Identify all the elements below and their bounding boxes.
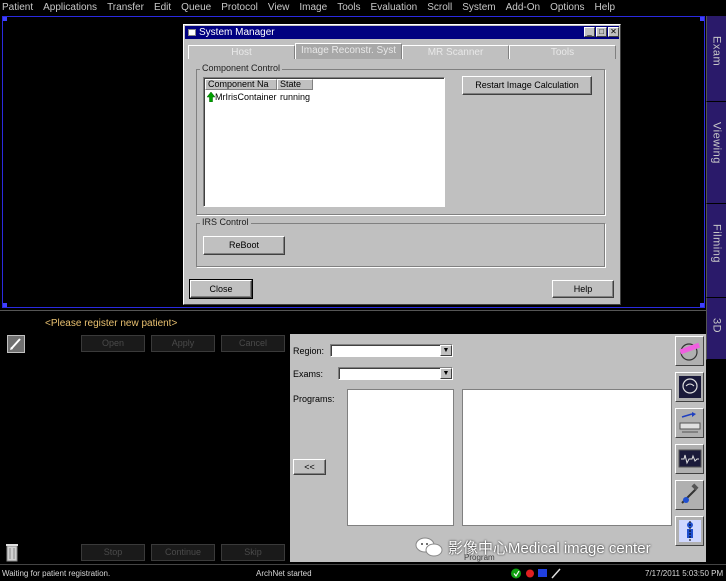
column-header-component-name[interactable]: Component Na	[205, 79, 277, 90]
restart-image-calculation-button[interactable]: Restart Image Calculation	[462, 76, 592, 95]
cancel-button[interactable]: Cancel	[221, 335, 285, 352]
help-button[interactable]: Help	[552, 280, 614, 298]
status-center-message: ArchNet started	[256, 569, 312, 578]
open-button[interactable]: Open	[81, 335, 145, 352]
menu-add-on[interactable]: Add-On	[506, 2, 540, 13]
tab-host[interactable]: Host	[188, 45, 295, 59]
menu-bar: Patient Applications Transfer Edit Queue…	[0, 0, 726, 15]
tab-exam-label: Exam	[710, 36, 723, 67]
menu-scroll[interactable]: Scroll	[427, 2, 452, 13]
patient-registration-notice: <Please register new patient>	[45, 318, 178, 329]
menu-evaluation[interactable]: Evaluation	[371, 2, 418, 13]
tab-viewing-label: Viewing	[710, 122, 723, 164]
menu-transfer[interactable]: Transfer	[107, 2, 144, 13]
close-window-button[interactable]: ✕	[608, 27, 619, 37]
patient-position-tool[interactable]	[675, 516, 704, 546]
patient-position-icon	[679, 520, 701, 542]
programs-label: Programs:	[293, 394, 335, 404]
tab-3d-label: 3D	[710, 318, 723, 334]
column-header-state[interactable]: State	[277, 79, 313, 90]
injector-tool[interactable]	[675, 480, 704, 510]
region-label: Region:	[293, 346, 325, 356]
region-select[interactable]: ▼	[330, 344, 453, 357]
programs-list[interactable]	[347, 389, 454, 526]
program-selection-panel: Region: ▼ Exams: ▼ Programs: << Program	[290, 334, 674, 562]
viewport-corner-marker	[3, 303, 7, 307]
menu-image[interactable]: Image	[299, 2, 327, 13]
viewport-corner-marker	[700, 17, 704, 21]
viewport-corner-marker	[3, 17, 7, 21]
tab-mr-scanner[interactable]: MR Scanner	[402, 45, 509, 59]
menu-protocol[interactable]: Protocol	[221, 2, 258, 13]
reboot-button[interactable]: ReBoot	[203, 236, 285, 255]
tab-image-reconstr-syst[interactable]: Image Reconstr. Syst	[295, 43, 402, 59]
menu-help[interactable]: Help	[595, 2, 616, 13]
table-move-icon	[679, 412, 701, 433]
tool-icon-column	[673, 334, 706, 562]
menu-applications[interactable]: Applications	[43, 2, 97, 13]
running-arrow-icon	[207, 92, 215, 102]
tab-3d[interactable]: 3D	[706, 298, 726, 360]
component-list[interactable]: Component Na State MrIrisContainer runni…	[203, 77, 445, 207]
window-title-bar[interactable]: System Manager	[185, 26, 619, 39]
tab-tools[interactable]: Tools	[509, 45, 616, 59]
irs-control-legend: IRS Control	[200, 217, 251, 227]
monitor-wave-icon	[678, 449, 702, 468]
status-bar: Waiting for patient registration. ArchNe…	[0, 564, 726, 581]
menu-options[interactable]: Options	[550, 2, 584, 13]
apply-button[interactable]: Apply	[151, 335, 215, 352]
menu-view[interactable]: View	[268, 2, 290, 13]
exams-select[interactable]: ▼	[338, 367, 453, 380]
pencil-icon	[10, 338, 21, 350]
move-program-button[interactable]: <<	[293, 459, 326, 475]
tray-icons[interactable]	[510, 567, 562, 580]
wechat-logo-icon	[415, 537, 443, 557]
menu-edit[interactable]: Edit	[154, 2, 171, 13]
menu-system[interactable]: System	[462, 2, 495, 13]
panel-divider	[0, 310, 706, 311]
skip-button[interactable]: Skip	[221, 544, 285, 561]
component-name-cell[interactable]: MrIrisContainer	[215, 92, 277, 102]
exams-label: Exams:	[293, 369, 324, 379]
window-title: System Manager	[199, 27, 275, 38]
monitor-tool[interactable]	[675, 444, 704, 474]
tab-viewing[interactable]: Viewing	[706, 102, 726, 204]
continue-button[interactable]: Continue	[151, 544, 215, 561]
chevron-down-icon[interactable]: ▼	[440, 368, 452, 379]
chevron-down-icon[interactable]: ▼	[440, 345, 452, 356]
head-scan-icon	[679, 342, 701, 361]
tab-filming[interactable]: Filming	[706, 204, 726, 298]
system-manager-window: System Manager _ □ ✕ Host Image Reconstr…	[183, 24, 621, 305]
brain-icon	[679, 376, 701, 398]
tab-exam[interactable]: Exam	[706, 16, 726, 102]
head-scan-tool[interactable]	[675, 336, 704, 366]
viewport-corner-marker	[700, 303, 704, 307]
component-state-cell[interactable]: running	[280, 92, 310, 102]
trash-icon[interactable]	[6, 542, 18, 562]
menu-queue[interactable]: Queue	[181, 2, 211, 13]
close-button[interactable]: Close	[189, 279, 253, 299]
component-control-legend: Component Control	[200, 63, 283, 73]
tab-filming-label: Filming	[710, 224, 723, 263]
maximize-button[interactable]: □	[596, 27, 607, 37]
tab-strip: Host Image Reconstr. Syst MR Scanner Too…	[188, 43, 616, 59]
stop-button[interactable]: Stop	[81, 544, 145, 561]
table-move-tool[interactable]	[675, 408, 704, 438]
menu-patient[interactable]: Patient	[2, 2, 33, 13]
injector-icon	[681, 483, 699, 504]
edit-button[interactable]	[7, 335, 25, 353]
task-card-tabs: Exam Viewing Filming 3D	[706, 16, 726, 361]
status-datetime: 7/17/2011 5:03:50 PM	[645, 569, 724, 578]
watermark-text: 影像中心Medical image center	[448, 540, 651, 557]
minimize-button[interactable]: _	[584, 27, 595, 37]
brain-tool[interactable]	[675, 372, 704, 402]
status-message: Waiting for patient registration.	[2, 569, 111, 578]
app-icon	[188, 29, 196, 36]
menu-tools[interactable]: Tools	[337, 2, 360, 13]
program-detail-list[interactable]	[462, 389, 672, 526]
